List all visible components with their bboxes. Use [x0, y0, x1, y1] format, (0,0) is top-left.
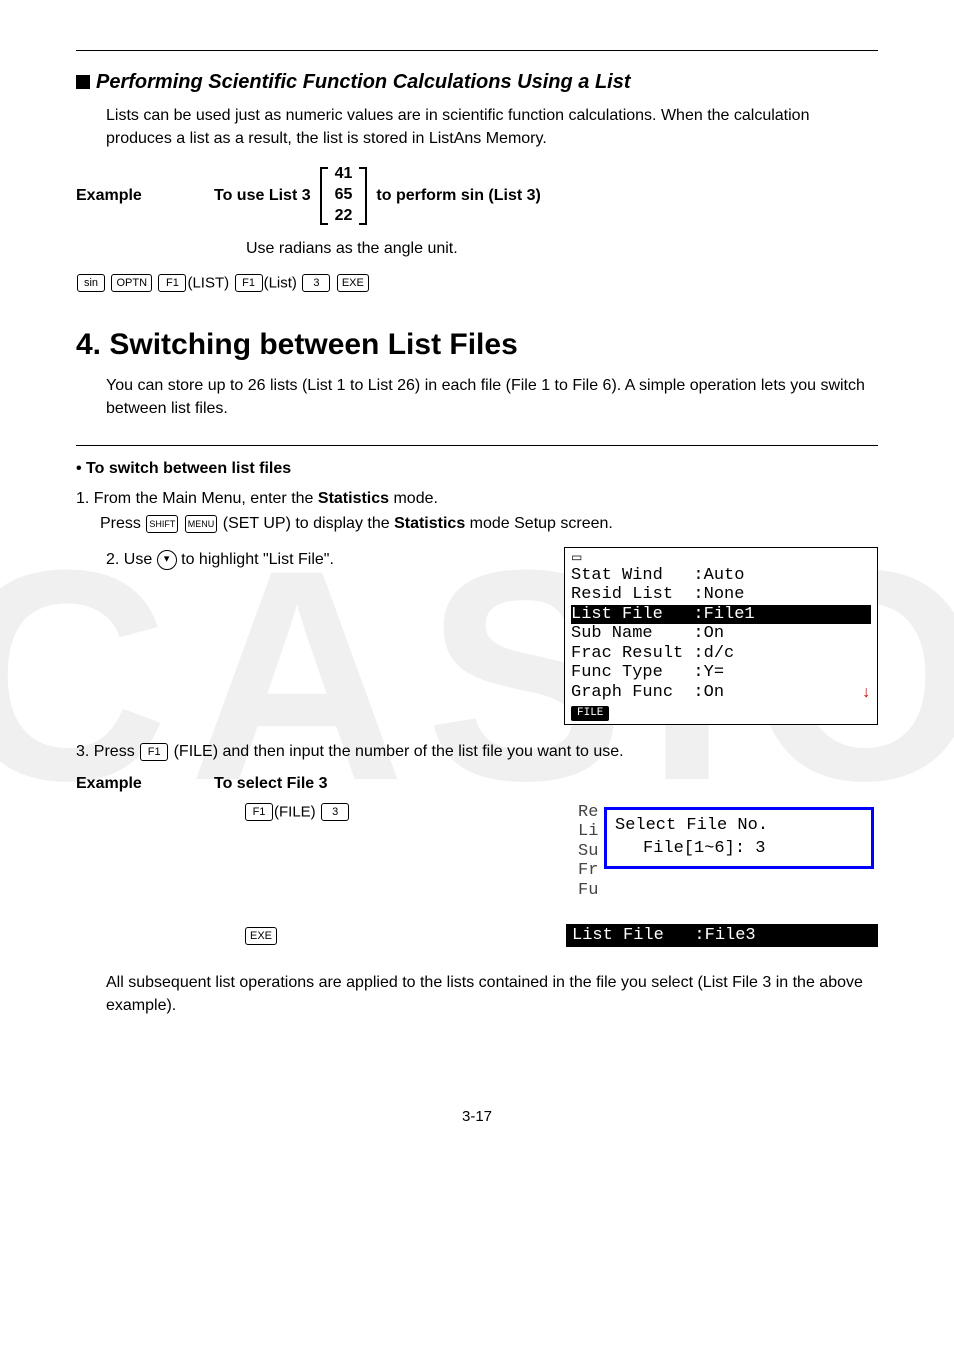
cursor-down-icon: ▾	[157, 550, 177, 570]
section1-intro: Lists can be used just as numeric values…	[106, 104, 878, 150]
shift-key: SHIFT	[146, 515, 178, 533]
section2-intro: You can store up to 26 lists (List 1 to …	[106, 374, 878, 420]
file-select-dialog: Re Li Su Fr Fu Select File No. File[1~6]…	[578, 803, 878, 901]
sin-key: sin	[77, 274, 105, 292]
left-bracket-icon	[319, 167, 329, 225]
dialog-popup: Select File No. File[1~6]: 3	[604, 807, 874, 869]
three-key-ex2: 3	[321, 803, 349, 821]
softkey-file: FILE	[571, 706, 609, 721]
matrix-val-2: 22	[335, 206, 353, 227]
lcd-line-7: Graph Func :On	[571, 683, 871, 703]
scroll-down-arrow-icon: ↓	[861, 684, 871, 702]
matrix-val-0: 41	[335, 164, 353, 185]
exe-key-2: EXE	[245, 927, 277, 945]
example2-keys: F1(FILE) 3	[106, 803, 558, 821]
f1-key-ex2: F1	[245, 803, 273, 821]
lcd-line-4: Sub Name :On	[571, 624, 871, 644]
example1-label: Example	[76, 187, 214, 205]
f1-key-step3: F1	[140, 743, 168, 761]
section2-heading: 4. Switching between List Files	[76, 328, 878, 362]
dialog-title: Select File No.	[615, 816, 863, 835]
lcd-line-5: Frac Result :d/c	[571, 644, 871, 664]
f1-key: F1	[158, 274, 186, 292]
key-sequence-1: sin OPTN F1(LIST) F1(List) 3 EXE	[76, 274, 878, 292]
menu-key: MENU	[185, 515, 218, 533]
three-key: 3	[302, 274, 330, 292]
result-bar: List File :File3	[566, 924, 878, 947]
right-bracket-icon	[358, 167, 368, 225]
file-label: (FILE)	[274, 803, 316, 820]
section1-heading: Performing Scientific Function Calculati…	[76, 71, 878, 94]
example2-row: Example To select File 3	[76, 775, 878, 793]
optn-key: OPTN	[111, 274, 152, 292]
list-label-1: (LIST)	[187, 274, 229, 291]
dialog-input: File[1~6]: 3	[615, 839, 863, 858]
square-bullet-icon	[76, 75, 90, 89]
exe-step: EXE	[106, 927, 546, 945]
lcd-setup-screen: ▭ Stat Wind :Auto Resid List :None List …	[564, 547, 878, 725]
top-rule	[76, 50, 878, 51]
matrix-val-1: 65	[335, 185, 353, 206]
example1-body: To use List 3 41 65 22 to perform sin (L…	[214, 164, 541, 226]
list-label-2: (List)	[264, 274, 297, 291]
lcd-line-3-highlighted: List File :File1	[571, 605, 871, 625]
example2-text: To select File 3	[214, 775, 328, 792]
lcd-line-1: Stat Wind :Auto	[571, 566, 871, 586]
lcd-line-6: Func Type :Y=	[571, 663, 871, 683]
matrix-bracket: 41 65 22	[319, 164, 369, 226]
example2-label: Example	[76, 775, 214, 793]
radians-note: Use radians as the angle unit.	[246, 237, 878, 260]
mid-rule	[76, 445, 878, 446]
exe-key: EXE	[337, 274, 369, 292]
bullet-switch-files: • To switch between list files	[76, 460, 878, 478]
example1-row: Example To use List 3 41 65 22 to perfor…	[76, 164, 878, 226]
step-2: 2. Use ▾ to highlight "List File".	[106, 547, 544, 573]
tab-indicator-icon: ▭	[571, 552, 871, 566]
closing-para: All subsequent list operations are appli…	[106, 971, 878, 1017]
lcd-line-2: Resid List :None	[571, 585, 871, 605]
f1-key-b: F1	[235, 274, 263, 292]
page-number: 3-17	[76, 1108, 878, 1125]
step-1: 1. From the Main Menu, enter the Statist…	[76, 486, 878, 537]
step-3: 3. Press F1 (FILE) and then input the nu…	[76, 739, 878, 765]
